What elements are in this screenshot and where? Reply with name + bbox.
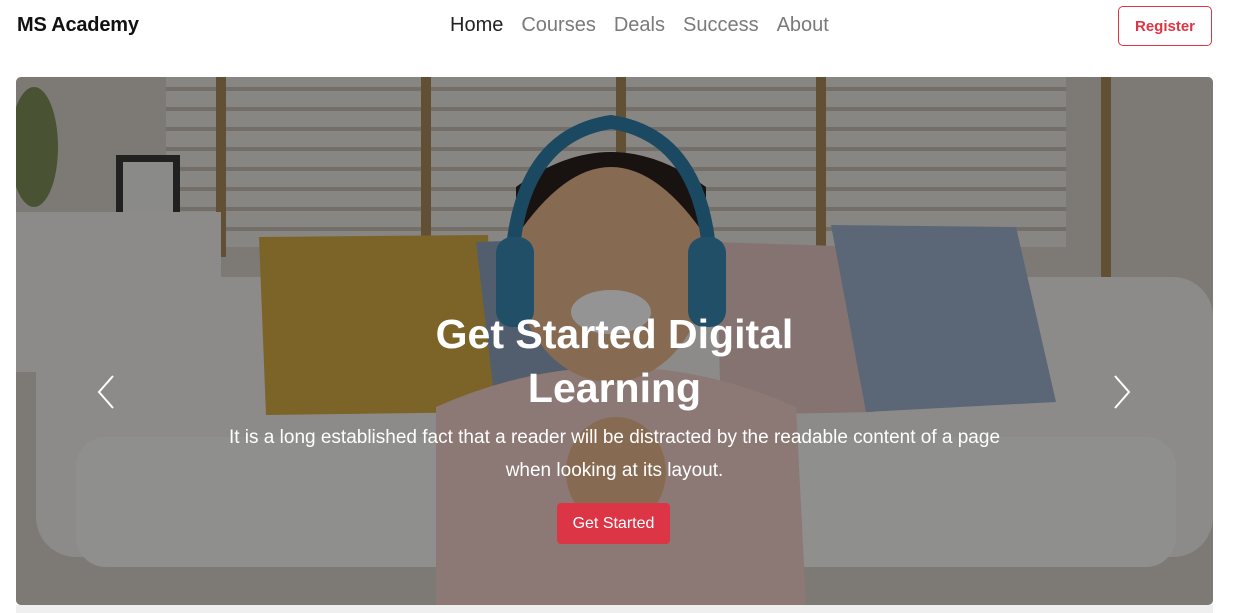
hero-description: It is a long established fact that a rea… bbox=[228, 427, 1001, 481]
nav-link-home[interactable]: Home bbox=[450, 14, 503, 37]
nav-link-courses[interactable]: Courses bbox=[521, 14, 595, 37]
hero-carousel: Get Started Digital Learning It is a lon… bbox=[16, 77, 1213, 605]
nav-link-deals[interactable]: Deals bbox=[614, 14, 665, 37]
register-button[interactable]: Register bbox=[1118, 6, 1212, 46]
hero-caption: Get Started Digital Learning It is a lon… bbox=[16, 77, 1213, 605]
nav-link-success[interactable]: Success bbox=[683, 14, 759, 37]
get-started-button[interactable]: Get Started bbox=[557, 503, 670, 544]
brand-logo[interactable]: MS Academy bbox=[17, 14, 139, 37]
main-nav: Home Courses Deals Success About bbox=[450, 14, 829, 37]
nav-link-about[interactable]: About bbox=[777, 14, 829, 37]
hero-title: Get Started Digital Learning bbox=[435, 311, 794, 411]
navbar: MS Academy Home Courses Deals Success Ab… bbox=[0, 0, 1247, 56]
section-divider bbox=[16, 605, 1213, 613]
